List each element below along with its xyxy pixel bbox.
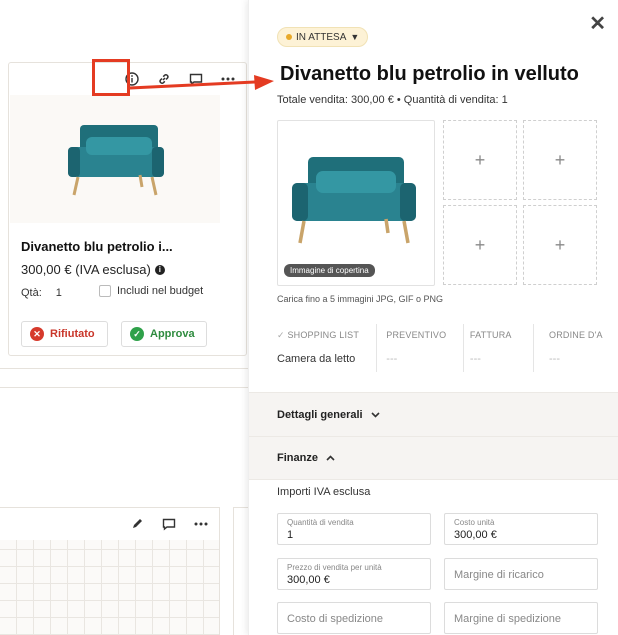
step-label: FATTURA — [469, 330, 512, 340]
field-label: Prezzo di vendita per unità — [287, 563, 382, 572]
include-budget[interactable]: Includi nel budget — [99, 285, 203, 297]
plus-icon: + — [554, 149, 566, 170]
unit-price-field[interactable]: Prezzo di vendita per unità 300,00 € — [277, 558, 431, 590]
step-value: --- — [386, 353, 398, 365]
chevron-up-icon — [326, 453, 335, 463]
workflow-steps: ✓ SHOPPING LIST Camera da letto PREVENTI… — [277, 320, 618, 380]
price-info-icon[interactable]: i — [154, 264, 165, 275]
more-icon[interactable] — [218, 69, 238, 89]
item-detail-panel: ✕ IN ATTESA ▼ Divanetto blu petrolio in … — [248, 0, 618, 635]
add-image-slot[interactable]: + — [523, 205, 597, 285]
product-qty: Qtà: 1 — [21, 287, 62, 299]
plus-icon: + — [474, 149, 486, 170]
cover-tag: Immagine di copertina — [284, 264, 375, 277]
reject-button[interactable]: ✕ Rifiutato — [21, 321, 108, 347]
comment-icon[interactable] — [159, 514, 179, 534]
check-icon: ✓ — [277, 330, 288, 340]
section-finance[interactable]: Finanze — [249, 436, 618, 480]
step-value: --- — [549, 353, 560, 365]
sale-quantity-field[interactable]: Quantità di vendita 1 — [277, 513, 431, 545]
approve-button[interactable]: ✓ Approva — [121, 321, 207, 347]
field-value: 1 — [287, 529, 294, 541]
step-fattura[interactable]: FATTURA --- — [470, 320, 537, 380]
second-card-toolbar — [127, 514, 211, 534]
step-divider — [463, 324, 464, 372]
sale-summary: Totale vendita: 300,00 € • Quantità di v… — [277, 94, 508, 106]
check-circle-icon: ✓ — [130, 327, 144, 341]
page-title: Divanetto blu petrolio in velluto — [280, 63, 579, 85]
field-placeholder: Costo di spedizione — [287, 613, 384, 625]
reject-label: Rifiutato — [50, 328, 95, 340]
step-label: PREVENTIVO — [386, 330, 447, 340]
chevron-down-icon: ▼ — [350, 32, 360, 42]
approve-label: Approva — [150, 328, 195, 340]
field-placeholder: Margine di ricarico — [454, 569, 544, 581]
step-divider — [533, 324, 534, 372]
status-dot — [286, 34, 292, 40]
section-title: Finanze — [277, 452, 318, 464]
more-icon[interactable] — [191, 514, 211, 534]
step-divider — [376, 324, 377, 372]
shipping-margin-field[interactable]: Margine di spedizione — [444, 602, 598, 634]
product-image[interactable] — [10, 95, 220, 223]
chevron-down-icon — [371, 410, 380, 420]
field-label: Costo unità — [454, 518, 495, 527]
step-preventivo[interactable]: PREVENTIVO --- — [386, 320, 470, 380]
product-card[interactable]: Divanetto blu petrolio i... 300,00 € (IV… — [8, 62, 247, 356]
second-card[interactable] — [0, 507, 220, 635]
field-placeholder: Margine di spedizione — [454, 613, 562, 625]
product-price: 300,00 € (IVA esclusa) i — [21, 262, 165, 277]
markup-field[interactable]: Margine di ricarico — [444, 558, 598, 590]
plus-icon: + — [554, 234, 566, 255]
product-title: Divanetto blu petrolio i... — [21, 239, 173, 254]
info-highlight-box — [92, 59, 130, 96]
step-label: ✓ SHOPPING LIST — [277, 330, 360, 340]
pencil-icon[interactable] — [127, 514, 147, 534]
add-image-slot[interactable]: + — [443, 205, 517, 285]
step-value: Camera da letto — [277, 353, 356, 365]
status-badge[interactable]: IN ATTESA ▼ — [277, 27, 369, 47]
sofa-illustration — [68, 125, 164, 196]
add-image-slot[interactable]: + — [523, 120, 597, 200]
field-label: Quantità di vendita — [287, 518, 354, 527]
step-ordine[interactable]: ORDINE D'A --- — [549, 320, 618, 380]
close-circle-icon: ✕ — [30, 327, 44, 341]
include-budget-label: Includi nel budget — [117, 285, 204, 297]
vat-note: Importi IVA esclusa — [277, 486, 371, 498]
comment-icon[interactable] — [186, 69, 206, 89]
grid-canvas — [0, 540, 219, 635]
sofa-illustration — [292, 157, 416, 244]
qty-label: Qtà: — [21, 287, 42, 299]
field-value: 300,00 € — [287, 574, 330, 586]
unit-cost-field[interactable]: Costo unità 300,00 € — [444, 513, 598, 545]
card-toolbar — [122, 67, 238, 91]
close-icon[interactable]: ✕ — [589, 14, 606, 34]
include-budget-checkbox[interactable] — [99, 285, 111, 297]
section-divider — [0, 368, 250, 388]
step-value: --- — [469, 353, 481, 365]
upload-hint: Carica fino a 5 immagini JPG, GIF o PNG — [277, 294, 444, 304]
shipping-cost-field[interactable]: Costo di spedizione — [277, 602, 431, 634]
add-image-slot[interactable]: + — [443, 120, 517, 200]
status-text: IN ATTESA — [296, 31, 347, 43]
board-background: Divanetto blu petrolio i... 300,00 € (IV… — [0, 0, 250, 635]
link-icon[interactable] — [154, 69, 174, 89]
field-value: 300,00 € — [454, 529, 497, 541]
price-text: 300,00 € (IVA esclusa) — [21, 262, 151, 277]
section-title: Dettagli generali — [277, 408, 363, 421]
step-label: ORDINE D'A — [549, 330, 603, 340]
cover-image[interactable]: Immagine di copertina — [277, 120, 435, 286]
qty-value: 1 — [55, 287, 62, 299]
section-general-details[interactable]: Dettagli generali — [249, 392, 618, 436]
step-shopping-list[interactable]: ✓ SHOPPING LIST Camera da letto — [277, 320, 372, 380]
plus-icon: + — [474, 234, 486, 255]
